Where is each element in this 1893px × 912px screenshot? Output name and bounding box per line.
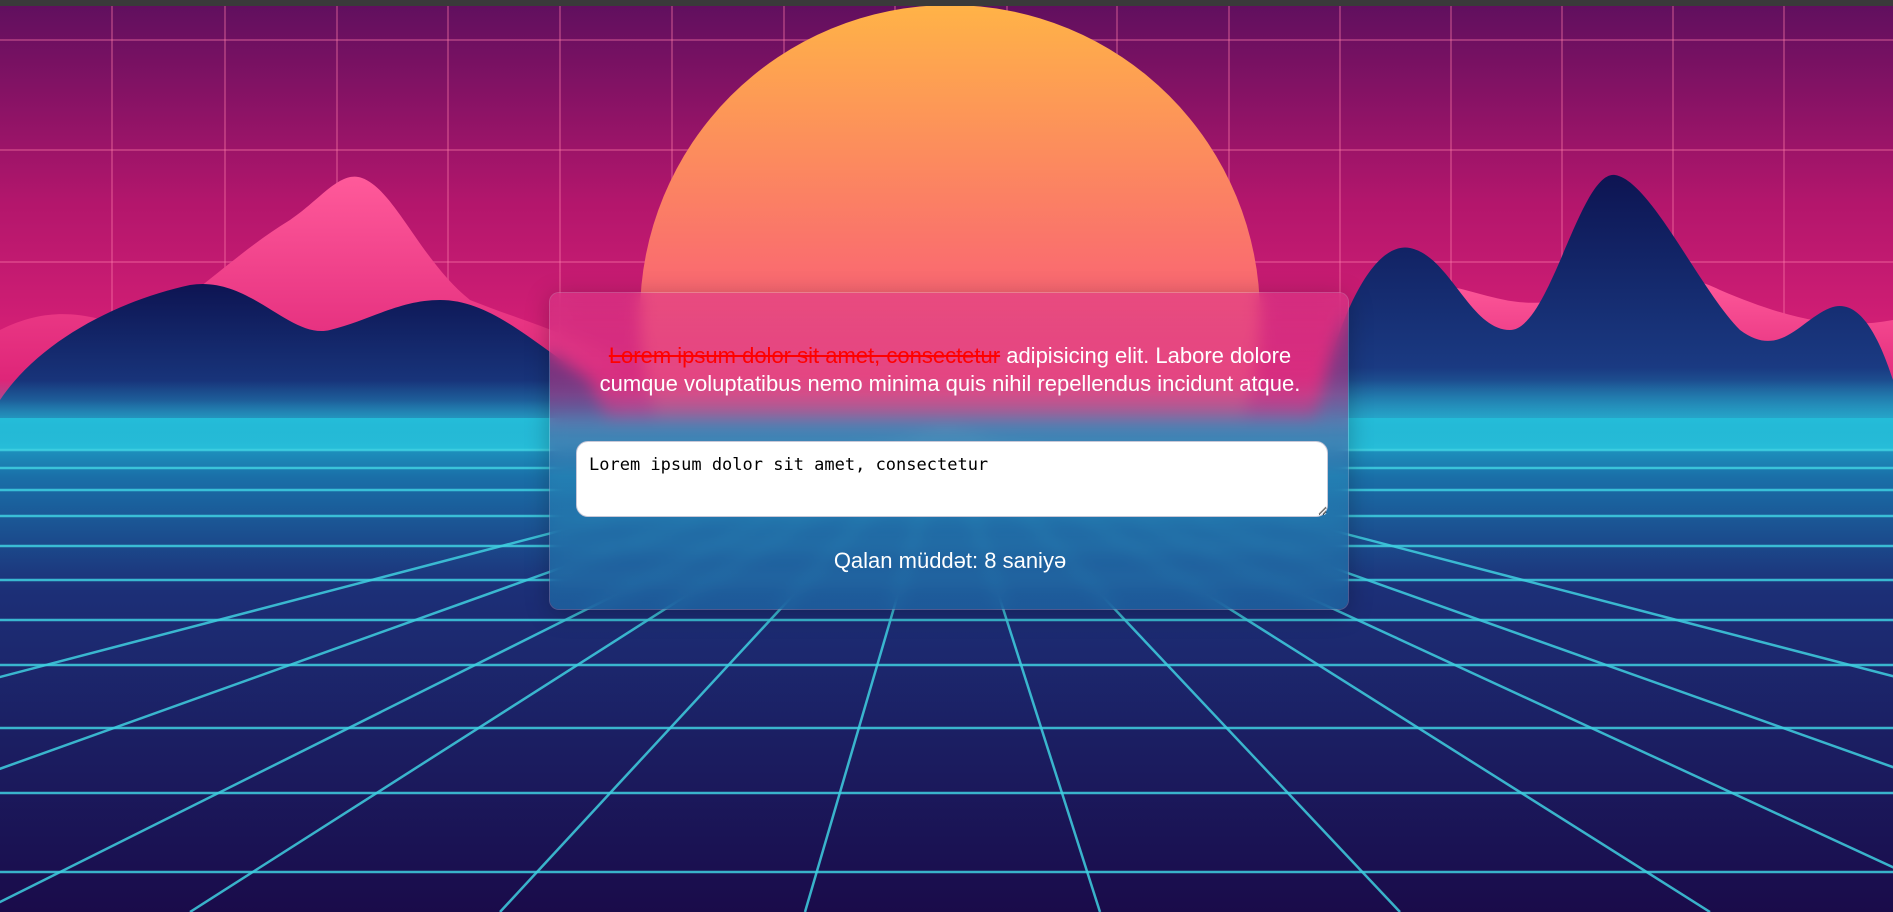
typing-test-card: Lorem ipsum dolor sit amet, consectetur …: [549, 292, 1349, 610]
page: Lorem ipsum dolor sit amet, consectetur …: [0, 0, 1893, 912]
browser-top-strip: [0, 0, 1893, 6]
typed-portion: Lorem ipsum dolor sit amet, consectetur: [608, 343, 1001, 368]
target-sentence: Lorem ipsum dolor sit amet, consectetur …: [574, 342, 1326, 398]
typing-input[interactable]: Lorem ipsum dolor sit amet, consectetur: [576, 441, 1328, 517]
countdown-timer: Qalan müddət: 8 saniyə: [833, 548, 1067, 573]
